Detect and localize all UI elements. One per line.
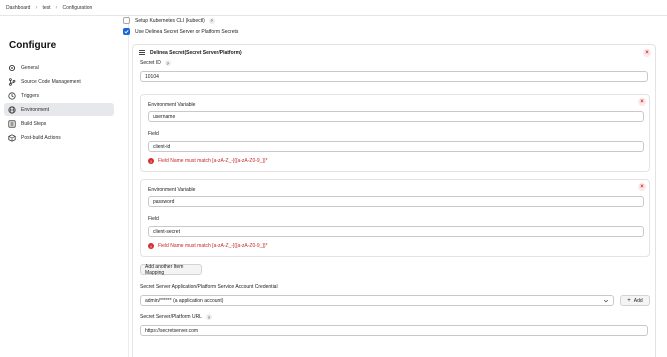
add-mapping-button[interactable]: Add another Item Mapping xyxy=(140,264,202,276)
divider xyxy=(128,16,129,357)
gear-icon xyxy=(8,64,16,72)
field-error-text: Field Name must match [a-zA-Z_-]([a-zA-Z… xyxy=(158,243,268,249)
secret-id-label: Secret ID xyxy=(140,60,161,66)
field-error: ! Field Name must match [a-zA-Z_-]([a-zA… xyxy=(148,243,267,249)
sidebar-item-label: Environment xyxy=(21,106,50,113)
sidebar-item-environment[interactable]: Environment xyxy=(4,103,114,116)
delinea-secret-card: Delinea Secret(Secret Server/Platform) ×… xyxy=(132,44,656,357)
breadcrumb: Dashboard › test › Configuration xyxy=(0,0,667,16)
breadcrumb-configuration[interactable]: Configuration xyxy=(63,5,93,11)
close-icon: × xyxy=(640,184,644,190)
credential-selected-value: admin/****** (a application account) xyxy=(145,297,224,304)
env-variable-input[interactable]: username xyxy=(148,111,644,122)
delinea-checkbox[interactable] xyxy=(123,28,130,35)
field-input[interactable]: client-id xyxy=(148,141,644,152)
env-variable-input[interactable]: password xyxy=(148,196,644,207)
secret-id-input[interactable]: 10104 xyxy=(140,71,648,82)
item-mapping: × Environment Variable username Field cl… xyxy=(140,94,650,172)
delinea-label: Use Delinea Secret Server or Platform Se… xyxy=(135,28,239,35)
close-icon: × xyxy=(640,99,644,105)
card-header: Delinea Secret(Secret Server/Platform) xyxy=(139,49,242,56)
branch-icon xyxy=(8,77,16,86)
list-icon xyxy=(8,119,16,128)
cube-icon xyxy=(8,133,16,142)
breadcrumb-job[interactable]: test xyxy=(42,5,50,11)
plus-icon: + xyxy=(627,297,631,304)
credential-label: Secret Server Application/Platform Servi… xyxy=(140,284,278,290)
add-credential-label: Add xyxy=(633,297,643,304)
add-credential-button[interactable]: + Add xyxy=(620,295,650,306)
help-icon[interactable]: ? xyxy=(208,17,215,24)
sidebar-item-label: Post-build Actions xyxy=(21,134,61,141)
checkmark-icon xyxy=(124,29,129,34)
sidebar-item-general[interactable]: General xyxy=(4,61,114,74)
chevron-right-icon: › xyxy=(55,4,58,11)
sidebar-item-label: Triggers xyxy=(21,92,40,99)
main-content: Setup Kubernetes CLI (kubectl) ? Use Del… xyxy=(120,16,667,357)
delete-mapping-button[interactable]: × xyxy=(638,98,646,106)
help-icon[interactable]: ? xyxy=(164,60,171,66)
drag-handle-icon[interactable] xyxy=(139,49,145,56)
env-variable-label: Environment Variable xyxy=(148,102,196,108)
card-title: Delinea Secret(Secret Server/Platform) xyxy=(150,49,242,56)
sidebar-item-label: Source Code Management xyxy=(21,78,81,85)
sidebar-item-post-build[interactable]: Post-build Actions xyxy=(4,131,114,144)
url-label-row: Secret Server/Platform URL ? xyxy=(140,314,212,320)
credential-select[interactable]: admin/****** (a application account) xyxy=(140,295,614,306)
error-icon: ! xyxy=(148,243,154,249)
page-title: Configure xyxy=(9,40,57,51)
delinea-option: Use Delinea Secret Server or Platform Se… xyxy=(123,28,238,35)
k8s-option: Setup Kubernetes CLI (kubectl) ? xyxy=(123,17,215,24)
sidebar-item-triggers[interactable]: Triggers xyxy=(4,89,114,102)
sidebar-item-label: Build Steps xyxy=(21,120,47,127)
globe-icon xyxy=(8,105,16,114)
delete-secret-button[interactable]: × xyxy=(643,49,651,57)
k8s-checkbox[interactable] xyxy=(123,17,130,24)
sidebar: Configure General Source Code Management… xyxy=(0,16,120,357)
chevron-down-icon xyxy=(603,299,609,303)
field-error: ! Field Name must match [a-zA-Z_-]([a-zA… xyxy=(148,158,267,164)
sidebar-item-scm[interactable]: Source Code Management xyxy=(4,75,114,88)
error-icon: ! xyxy=(148,158,154,164)
url-label: Secret Server/Platform URL xyxy=(140,314,202,320)
sidebar-item-build-steps[interactable]: Build Steps xyxy=(4,117,114,130)
field-input[interactable]: client-secret xyxy=(148,226,644,237)
close-icon: × xyxy=(645,50,649,56)
env-variable-label: Environment Variable xyxy=(148,187,196,193)
delete-mapping-button[interactable]: × xyxy=(638,183,646,191)
url-input[interactable]: https://secretserver.com xyxy=(140,325,648,336)
item-mapping: × Environment Variable password Field cl… xyxy=(140,179,650,257)
k8s-label: Setup Kubernetes CLI (kubectl) xyxy=(135,17,205,24)
field-label: Field xyxy=(148,216,159,222)
help-icon[interactable]: ? xyxy=(205,314,212,320)
field-error-text: Field Name must match [a-zA-Z_-]([a-zA-Z… xyxy=(158,158,268,164)
chevron-right-icon: › xyxy=(35,4,38,11)
clock-icon xyxy=(8,91,16,100)
sidebar-nav: General Source Code Management Triggers … xyxy=(4,61,114,145)
breadcrumb-dashboard[interactable]: Dashboard xyxy=(6,5,30,11)
secret-id-label-row: Secret ID ? xyxy=(140,60,171,66)
field-label: Field xyxy=(148,131,159,137)
sidebar-item-label: General xyxy=(21,64,39,71)
